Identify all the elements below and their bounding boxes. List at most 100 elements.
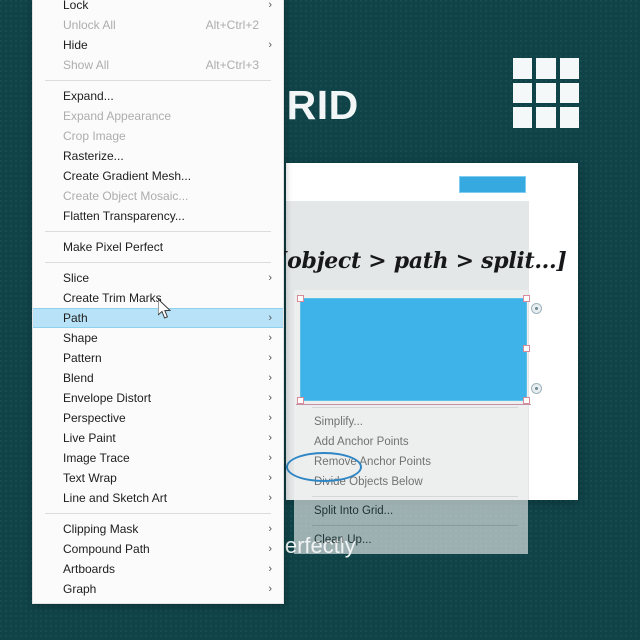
menu-divider — [45, 262, 271, 263]
menu-item-slice[interactable]: Slice › — [33, 268, 283, 288]
menu-item-label: Text Wrap — [63, 471, 117, 485]
menu-item-live-paint[interactable]: Live Paint › — [33, 428, 283, 448]
grid-cell — [536, 82, 556, 104]
menu-item-label: Live Paint — [63, 431, 116, 445]
menu-item-label: Image Trace — [63, 451, 130, 465]
chevron-right-icon: › — [268, 583, 272, 595]
menu-item-shortcut: Alt+Ctrl+2 — [205, 18, 259, 32]
grid-3x3-icon — [513, 58, 579, 128]
menu-item-label: Compound Path — [63, 542, 150, 556]
menu-item-label: Create Gradient Mesh... — [63, 169, 192, 183]
bounding-box-guide — [296, 404, 531, 405]
menu-item-label: Lock — [63, 0, 89, 12]
grid-cell — [513, 107, 533, 128]
menu-item-create-trim-marks[interactable]: Create Trim Marks — [33, 288, 283, 308]
menu-item-label: Graph — [63, 582, 97, 596]
chevron-right-icon: › — [268, 39, 272, 51]
chevron-right-icon: › — [268, 312, 272, 324]
overlay-menu-path-label: [object > path > split...] — [277, 248, 567, 274]
menu-item-envelope-distort[interactable]: Envelope Distort › — [33, 388, 283, 408]
menu-item-label: Expand... — [63, 89, 114, 103]
submenu-item-clean-up[interactable]: Clean Up... — [294, 530, 528, 550]
menu-item-compound-path[interactable]: Compound Path › — [33, 539, 283, 559]
menu-item-path[interactable]: Path › — [33, 308, 283, 328]
menu-item-label: Show All — [63, 58, 110, 72]
chevron-right-icon: › — [268, 372, 272, 384]
chevron-right-icon: › — [268, 392, 272, 404]
menu-item-perspective[interactable]: Perspective › — [33, 408, 283, 428]
selected-vector-rectangle[interactable] — [297, 295, 542, 404]
submenu-item-label: Simplify... — [314, 416, 363, 428]
menu-item-create-gradient-mesh[interactable]: Create Gradient Mesh... — [33, 166, 283, 186]
menu-item-graph[interactable]: Graph › — [33, 579, 283, 599]
grid-cell — [513, 58, 533, 79]
grid-cell — [513, 82, 533, 104]
rotate-handle-top-right[interactable] — [531, 303, 542, 314]
menu-item-flatten-transparency[interactable]: Flatten Transparency... — [33, 206, 283, 226]
submenu-item-label: Clean Up... — [314, 534, 372, 546]
card-blue-accent-bar — [459, 176, 526, 193]
menu-item-label: Crop Image — [63, 129, 126, 143]
menu-item-label: Create Trim Marks — [63, 291, 162, 305]
menu-item-text-wrap[interactable]: Text Wrap › — [33, 468, 283, 488]
chevron-right-icon: › — [268, 332, 272, 344]
menu-item-shortcut: Alt+Ctrl+3 — [205, 58, 259, 72]
menu-item-pattern[interactable]: Pattern › — [33, 348, 283, 368]
grid-cell — [559, 107, 579, 128]
menu-item-label: Clipping Mask — [63, 522, 139, 536]
menu-item-label: Flatten Transparency... — [63, 209, 185, 223]
menu-item-line-and-sketch-art[interactable]: Line and Sketch Art › — [33, 488, 283, 508]
menu-item-label: Envelope Distort — [63, 391, 152, 405]
menu-divider — [45, 513, 271, 514]
menu-item-label: Rasterize... — [63, 149, 124, 163]
anchor-handle-bottom-left[interactable] — [297, 397, 304, 404]
menu-item-clipping-mask[interactable]: Clipping Mask › — [33, 519, 283, 539]
menu-item-shape[interactable]: Shape › — [33, 328, 283, 348]
menu-item-label: Pattern — [63, 351, 102, 365]
menu-divider — [45, 231, 271, 232]
chevron-right-icon: › — [268, 352, 272, 364]
menu-item-image-trace[interactable]: Image Trace › — [33, 448, 283, 468]
menu-item-label: Expand Appearance — [63, 109, 172, 123]
menu-item-label: Make Pixel Perfect — [63, 240, 164, 254]
menu-item-blend[interactable]: Blend › — [33, 368, 283, 388]
menu-item-show-all: Show All Alt+Ctrl+3 — [33, 55, 283, 75]
anchor-handle-top-right[interactable] — [523, 295, 530, 302]
grid-cell — [559, 82, 579, 104]
menu-item-artboards[interactable]: Artboards › — [33, 559, 283, 579]
grid-cell — [536, 58, 556, 79]
menu-item-label: Perspective — [63, 411, 126, 425]
submenu-divider — [312, 407, 518, 408]
submenu-item-label: Add Anchor Points — [314, 436, 409, 448]
menu-item-make-pixel-perfect[interactable]: Make Pixel Perfect — [33, 237, 283, 257]
menu-item-label: Unlock All — [63, 18, 116, 32]
chevron-right-icon: › — [268, 0, 272, 11]
menu-item-create-object-mosaic: Create Object Mosaic... — [33, 186, 283, 206]
menu-item-label: Hide — [63, 38, 88, 52]
submenu-item-split-into-grid[interactable]: Split Into Grid... — [294, 501, 528, 521]
anchor-handle-middle-right[interactable] — [523, 345, 530, 352]
menu-item-expand[interactable]: Expand... — [33, 86, 283, 106]
chevron-right-icon: › — [268, 543, 272, 555]
chevron-right-icon: › — [268, 492, 272, 504]
menu-item-label: Shape — [63, 331, 98, 345]
card-toolbar — [286, 163, 578, 201]
rotate-handle-bottom-right[interactable] — [531, 383, 542, 394]
menu-item-hide[interactable]: Hide › — [33, 35, 283, 55]
object-context-menu[interactable]: Lock › Unlock All Alt+Ctrl+2 Hide › Show All Al… — [32, 0, 284, 604]
anchor-handle-top-left[interactable] — [297, 295, 304, 302]
submenu-item-label: Split Into Grid... — [314, 505, 394, 517]
chevron-right-icon: › — [268, 472, 272, 484]
submenu-item-simplify[interactable]: Simplify... — [294, 412, 528, 432]
menu-item-rasterize[interactable]: Rasterize... — [33, 146, 283, 166]
submenu-divider — [312, 496, 518, 497]
submenu-item-add-anchor-points[interactable]: Add Anchor Points — [294, 432, 528, 452]
menu-item-label: Blend — [63, 371, 94, 385]
anchor-handle-bottom-right[interactable] — [523, 397, 530, 404]
menu-item-label: Line and Sketch Art — [63, 491, 168, 505]
menu-item-unlock-all: Unlock All Alt+Ctrl+2 — [33, 15, 283, 35]
menu-item-expand-appearance: Expand Appearance — [33, 106, 283, 126]
menu-item-lock[interactable]: Lock › — [33, 0, 283, 15]
grid-cell — [536, 107, 556, 128]
grid-cell — [559, 58, 579, 79]
